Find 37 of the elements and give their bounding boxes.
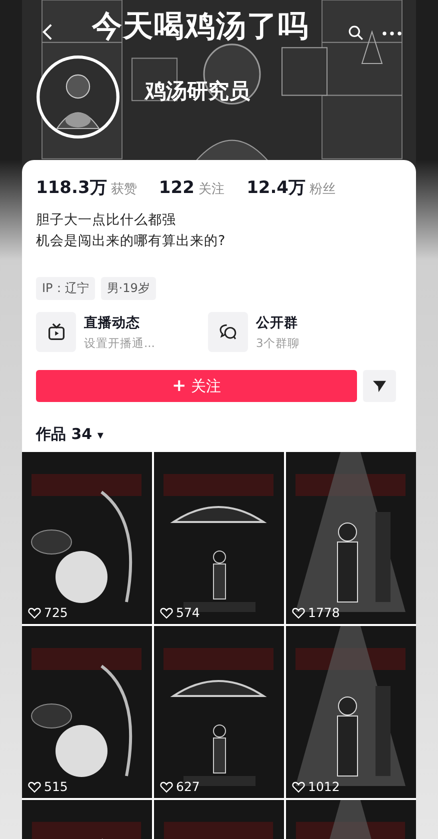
chat-icon: [218, 323, 238, 341]
stat-count[interactable]: 122 关注: [158, 178, 225, 198]
feature-title[interactable]: 直播动态: [84, 314, 155, 332]
feature-icon-tile[interactable]: [208, 312, 248, 352]
heart-icon: [28, 780, 41, 792]
stat-count[interactable]: 118.3万 获赞: [36, 176, 137, 199]
heart-icon: [292, 780, 305, 792]
heart-icon: [292, 606, 305, 618]
more-icon[interactable]: [382, 31, 402, 36]
works-tab[interactable]: 作品 34 ▾: [36, 425, 104, 443]
heart-icon: [28, 606, 41, 618]
heart-icon: [160, 606, 173, 618]
like-count: 574: [176, 605, 200, 620]
profile-name: 鸡汤研究员: [145, 78, 250, 105]
feature-title[interactable]: 公开群: [256, 314, 300, 332]
share-button[interactable]: [363, 370, 396, 402]
back-icon[interactable]: [42, 22, 53, 40]
feature-subtitle: 设置开播通...: [84, 336, 155, 350]
like-count: 627: [176, 779, 200, 794]
like-count: 725: [44, 605, 68, 620]
feature-icon-tile[interactable]: [36, 312, 76, 352]
like-count: 515: [44, 779, 68, 794]
follow-button[interactable]: + 关注: [36, 370, 357, 402]
profile-tag: IP：辽宁: [36, 277, 95, 300]
feature-subtitle: 3个群聊: [256, 336, 300, 350]
stat-count[interactable]: 12.4万 粉丝: [246, 176, 336, 199]
search-icon[interactable]: [348, 24, 364, 40]
avatar[interactable]: [36, 55, 120, 139]
heart-icon: [160, 780, 173, 792]
send-icon: [372, 380, 387, 392]
bio-text: 机会是闯出来的哪有算出来的?: [36, 232, 226, 251]
like-count: 1012: [308, 779, 340, 794]
profile-tag: 男·19岁: [100, 277, 156, 300]
video-caption: 今天喝鸡汤了吗: [90, 8, 310, 46]
like-count: 1778: [308, 605, 340, 620]
tv-icon: [46, 323, 66, 341]
bio-text: 胆子大一点比什么都强: [36, 211, 177, 230]
